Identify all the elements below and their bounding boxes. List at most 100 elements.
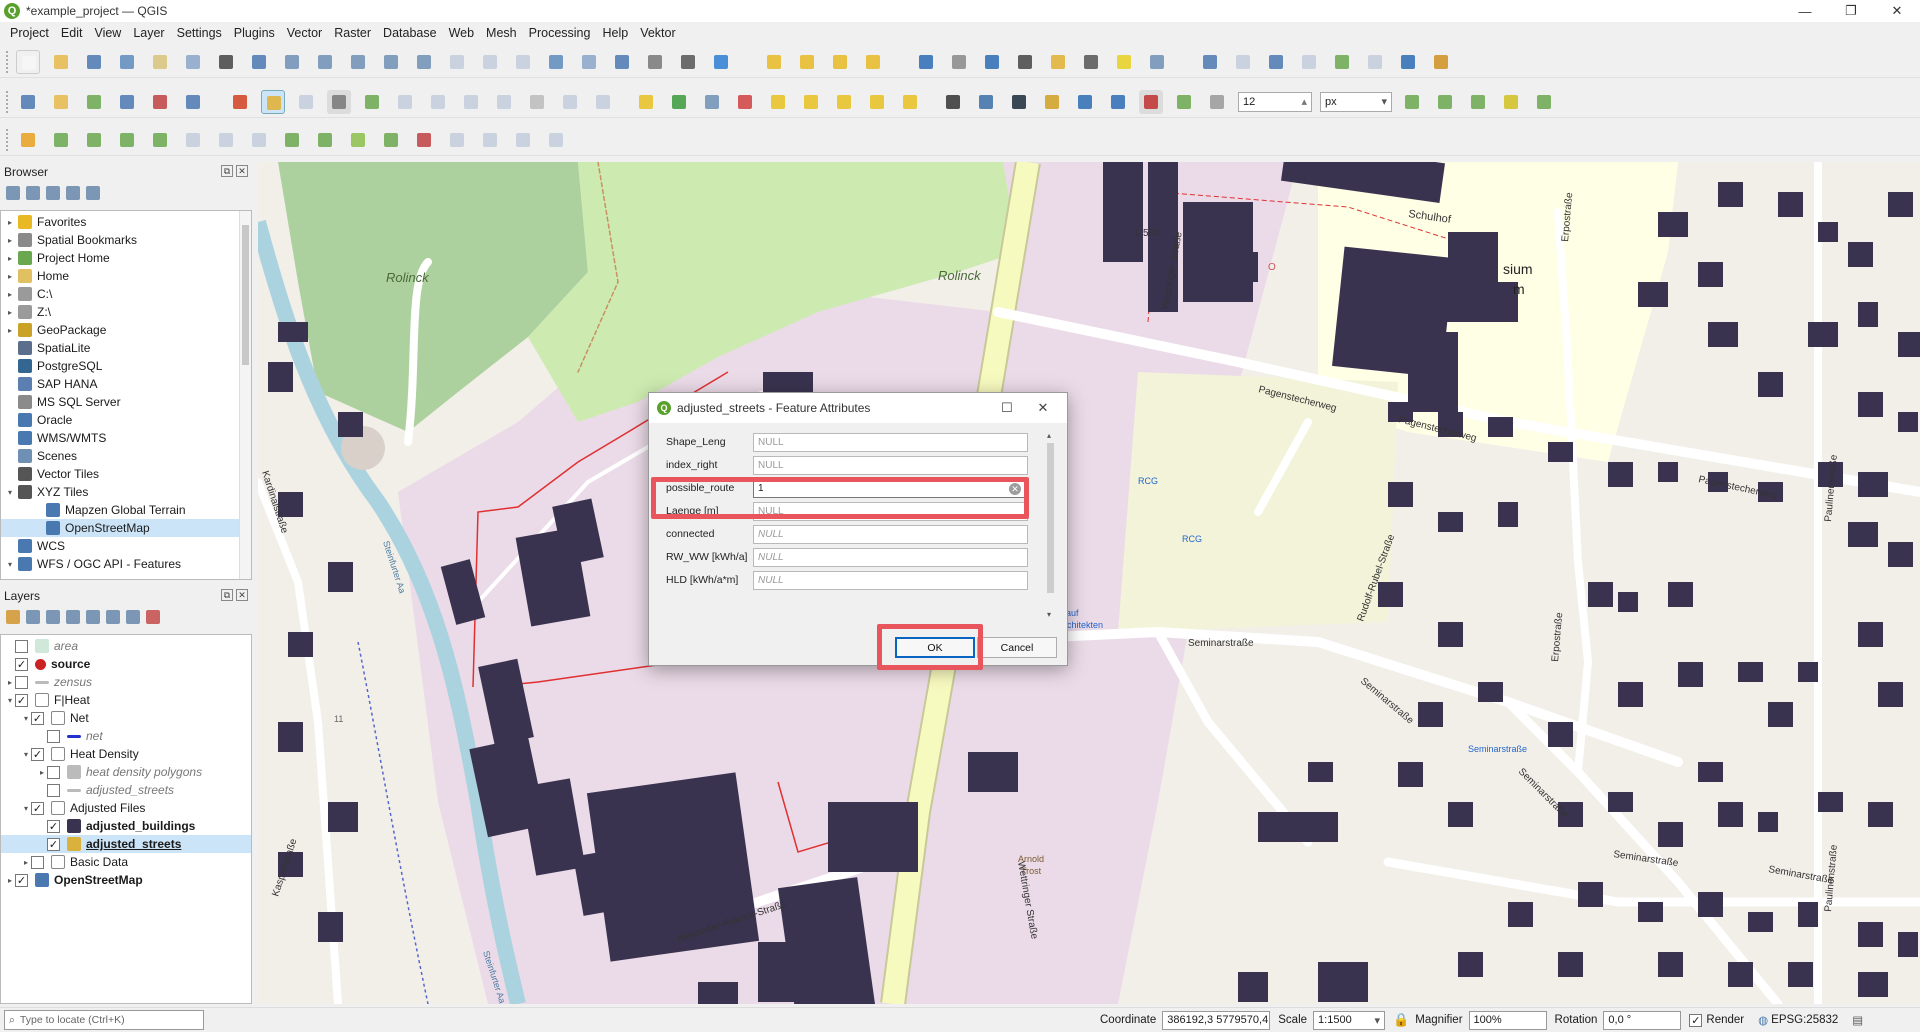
change-label-icon[interactable] <box>865 90 889 114</box>
browser-item[interactable]: WCS <box>1 537 251 555</box>
chevron-right-icon[interactable]: ▸ <box>5 678 15 687</box>
pan-icon[interactable] <box>214 50 238 74</box>
layer-item[interactable]: ▾ ✓ Adjusted Files <box>1 799 251 817</box>
browser-item[interactable]: ▾ XYZ Tiles <box>1 483 251 501</box>
chevron-right-icon[interactable]: ▸ <box>5 272 15 281</box>
refresh-icon[interactable] <box>709 50 733 74</box>
remove-layer-icon[interactable] <box>146 610 160 624</box>
copy-features-icon[interactable] <box>492 90 516 114</box>
browser-item[interactable]: MS SQL Server <box>1 393 251 411</box>
save-edits-icon[interactable] <box>294 90 318 114</box>
vertex-tool-icon[interactable] <box>360 90 384 114</box>
pan-to-selection-icon[interactable] <box>247 50 271 74</box>
browser-item[interactable]: Scenes <box>1 447 251 465</box>
label-icon[interactable] <box>634 90 658 114</box>
new-3d-view-icon[interactable] <box>577 50 601 74</box>
browser-item[interactable]: ▸ Z:\ <box>1 303 251 321</box>
coordinate-field[interactable]: 386192,3 5779570,4 <box>1162 1010 1271 1030</box>
scroll-up-icon[interactable]: ▴ <box>1047 431 1051 440</box>
zoom-full-icon[interactable] <box>346 50 370 74</box>
offset-curve-icon[interactable] <box>247 128 271 152</box>
layer-item[interactable]: ✓ source <box>1 655 251 673</box>
add-raster-icon[interactable] <box>148 90 172 114</box>
browser-item[interactable]: SpatiaLite <box>1 339 251 357</box>
menu-raster[interactable]: Raster <box>328 26 377 40</box>
rotation-field[interactable]: 0,0 ° <box>1603 1010 1682 1030</box>
field-input[interactable]: NULL <box>753 524 1028 544</box>
chevron-right-icon[interactable]: ▸ <box>5 308 15 317</box>
browser-item[interactable]: ▾ WFS / OGC API - Features <box>1 555 251 573</box>
zoom-selection-icon[interactable] <box>379 50 403 74</box>
avoid-overlap-icon[interactable] <box>1466 90 1490 114</box>
bookmark-icon[interactable] <box>610 50 634 74</box>
style-icon[interactable] <box>6 610 20 624</box>
browser-item[interactable]: Vector Tiles <box>1 465 251 483</box>
locator-search-input[interactable]: ⌕ Type to locate (Ctrl+K) <box>4 1010 204 1030</box>
split-features-icon[interactable] <box>313 128 337 152</box>
snap-units-select[interactable]: px ▾ <box>1320 91 1392 112</box>
layer-visibility-checkbox[interactable]: ✓ <box>31 801 44 815</box>
layer-visibility-checkbox[interactable] <box>15 639 28 653</box>
new-project-icon[interactable] <box>16 49 40 74</box>
expand-all-icon[interactable] <box>106 610 120 624</box>
crosshair-icon[interactable] <box>1231 50 1255 74</box>
browser-item[interactable]: ▸ C:\ <box>1 285 251 303</box>
menu-vector[interactable]: Vector <box>281 26 328 40</box>
select-by-value-icon[interactable] <box>795 50 819 74</box>
save-as-icon[interactable] <box>115 50 139 74</box>
close-panel-icon[interactable]: ✕ <box>236 589 248 601</box>
current-edits-icon[interactable] <box>228 90 252 114</box>
reload-plugin-icon[interactable] <box>1073 90 1097 114</box>
chevron-right-icon[interactable]: ▸ <box>5 218 15 227</box>
layer-item[interactable]: ▸ heat density polygons <box>1 763 251 781</box>
refresh-icon[interactable] <box>26 186 40 200</box>
new-print-layout-icon[interactable] <box>148 50 172 74</box>
close-window-button[interactable]: ✕ <box>1874 0 1920 22</box>
fill-ring-icon[interactable] <box>115 128 139 152</box>
layer-item[interactable]: net <box>1 727 251 745</box>
identify-icon[interactable] <box>914 50 938 74</box>
zoom-next-icon[interactable] <box>511 50 535 74</box>
cut-features-icon[interactable] <box>459 90 483 114</box>
topology-icon[interactable] <box>1330 50 1354 74</box>
modify-attributes-icon[interactable] <box>393 90 417 114</box>
chevron-right-icon[interactable]: ▸ <box>37 768 47 777</box>
settings-gear-icon[interactable] <box>980 50 1004 74</box>
reverse-line-icon[interactable] <box>280 128 304 152</box>
layer-item[interactable]: ✓ adjusted_streets <box>1 835 251 853</box>
layer-item[interactable]: adjusted_streets <box>1 781 251 799</box>
chevron-down-icon[interactable]: ▾ <box>5 488 15 497</box>
add-vector-icon[interactable] <box>82 90 106 114</box>
chevron-right-icon[interactable]: ▸ <box>21 858 31 867</box>
chevron-down-icon[interactable]: ▾ <box>21 714 31 723</box>
measure-icon[interactable] <box>1079 50 1103 74</box>
layer-visibility-checkbox[interactable] <box>47 729 60 743</box>
snap-layers-icon[interactable] <box>1172 90 1196 114</box>
menu-edit[interactable]: Edit <box>55 26 89 40</box>
select-features-icon[interactable] <box>762 50 786 74</box>
float-panel-icon[interactable]: ⧉ <box>221 165 233 177</box>
statistics-sigma-icon[interactable] <box>1013 50 1037 74</box>
chevron-right-icon[interactable]: ▸ <box>5 236 15 245</box>
maximize-button[interactable]: ❐ <box>1828 0 1874 22</box>
layout-manager-icon[interactable] <box>181 50 205 74</box>
layer-visibility-checkbox[interactable] <box>47 783 60 797</box>
chevron-right-icon[interactable]: ▸ <box>5 290 15 299</box>
chevron-down-icon[interactable]: ▾ <box>21 750 31 759</box>
bookmarks-manager-icon[interactable] <box>643 50 667 74</box>
close-panel-icon[interactable]: ✕ <box>236 165 248 177</box>
help-contents-icon[interactable] <box>1106 90 1130 114</box>
filter-icon[interactable] <box>46 186 60 200</box>
chevron-down-icon[interactable]: ▾ <box>5 560 15 569</box>
add-selected-icon[interactable] <box>6 186 20 200</box>
zoom-last-icon[interactable] <box>478 50 502 74</box>
collapse-all-icon[interactable] <box>66 186 80 200</box>
reshape-icon[interactable] <box>214 128 238 152</box>
browser-item[interactable]: SAP HANA <box>1 375 251 393</box>
locator-icon[interactable] <box>1145 50 1169 74</box>
browser-item[interactable]: ▸ Spatial Bookmarks <box>1 231 251 249</box>
browser-item[interactable]: PostgreSQL <box>1 357 251 375</box>
layer-visibility-checkbox[interactable]: ✓ <box>15 657 28 671</box>
menu-settings[interactable]: Settings <box>171 26 228 40</box>
add-ring-icon[interactable] <box>49 128 73 152</box>
